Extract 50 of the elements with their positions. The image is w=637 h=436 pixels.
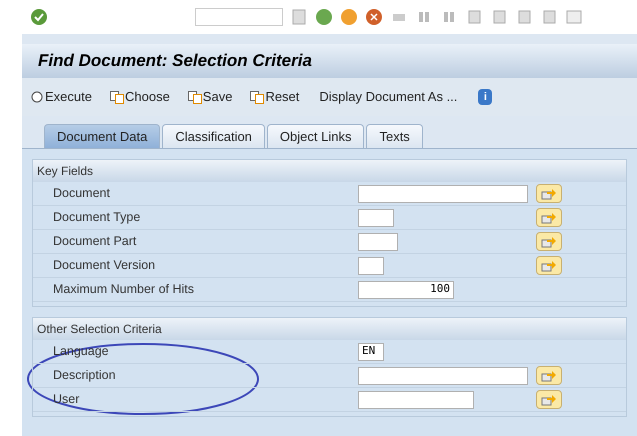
input-field[interactable] [358, 256, 384, 274]
multiple-selection-button[interactable] [536, 256, 562, 275]
exit-icon[interactable] [340, 8, 358, 26]
tab[interactable]: Object Links [266, 124, 364, 148]
field-label: Document [53, 185, 110, 202]
command-field[interactable] [195, 8, 283, 26]
field-label: Maximum Number of Hits [53, 281, 194, 298]
back-icon[interactable] [315, 8, 333, 26]
input-field[interactable] [358, 366, 528, 384]
cancel-icon[interactable] [365, 8, 383, 26]
document-icon [250, 90, 264, 104]
arrow-icon [541, 212, 557, 224]
tab[interactable]: Document Data [44, 124, 160, 148]
toolbar-button[interactable]: Reset [247, 86, 302, 108]
input-field[interactable]: EN [358, 342, 384, 360]
group-title: Other Selection Criteria [37, 321, 162, 338]
input-field[interactable] [358, 184, 528, 202]
input-field[interactable]: 100 [358, 280, 454, 298]
arrow-icon [541, 394, 557, 406]
info-button[interactable]: i [478, 89, 492, 105]
window-title: Find Document: Selection Criteria [38, 50, 312, 72]
arrow-icon [541, 236, 557, 248]
tab[interactable]: Texts [366, 124, 423, 148]
toolbar-button[interactable]: Display Document As ... [314, 86, 462, 108]
group-title: Key Fields [37, 163, 94, 180]
multiple-selection-button[interactable] [536, 232, 562, 251]
toolbar-button[interactable]: Save [184, 86, 236, 108]
field-value: 100 [430, 281, 450, 298]
check-icon[interactable] [30, 8, 48, 26]
toolbar-button[interactable]: Choose [106, 86, 173, 108]
multiple-selection-button[interactable] [536, 184, 562, 203]
multiple-selection-button[interactable] [536, 390, 562, 409]
multiple-selection-button[interactable] [536, 208, 562, 227]
input-field[interactable] [358, 390, 474, 408]
field-label: Description [53, 367, 116, 384]
execute-button[interactable]: Execute [28, 86, 95, 108]
tab[interactable]: Classification [162, 124, 265, 148]
field-label: Document Type [53, 209, 140, 226]
field-label: Document Version [53, 257, 156, 274]
document-icon [110, 90, 124, 104]
arrow-icon [541, 260, 557, 272]
multiple-selection-button[interactable] [536, 366, 562, 385]
document-icon [188, 90, 202, 104]
field-value: EN [362, 343, 376, 360]
field-label: Document Part [53, 233, 136, 250]
field-label: User [53, 391, 80, 408]
input-field[interactable] [358, 232, 398, 250]
arrow-icon [541, 188, 557, 200]
input-field[interactable] [358, 208, 394, 226]
arrow-icon [541, 370, 557, 382]
